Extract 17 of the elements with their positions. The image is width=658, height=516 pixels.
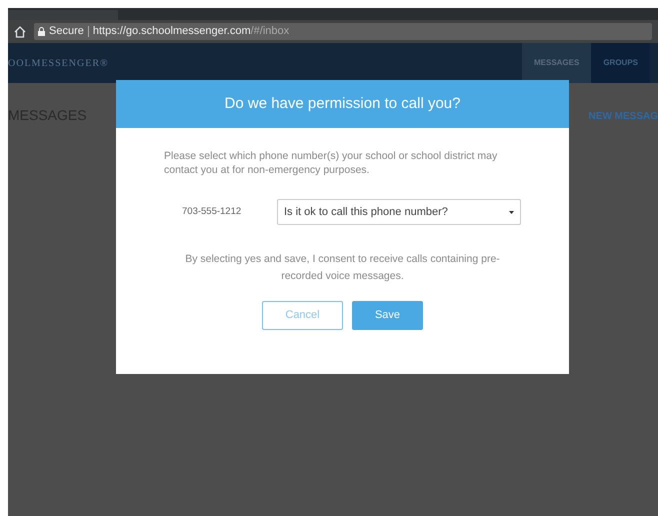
new-message-link[interactable]: NEW MESSAG bbox=[588, 109, 658, 516]
save-button[interactable]: Save bbox=[352, 301, 423, 330]
url-text: https://go.schoolmessenger.com/#/inbox bbox=[92, 24, 290, 40]
logo-text: OOLMESSENGER® bbox=[8, 56, 109, 70]
address-bar[interactable]: Secure https://go.schoolmessenger.com/#/inbox bbox=[34, 23, 652, 40]
cancel-button[interactable]: Cancel bbox=[262, 301, 343, 330]
nav-tab[interactable]: GROUPS bbox=[591, 43, 650, 83]
secure-label: Secure bbox=[49, 24, 84, 40]
home-icon[interactable] bbox=[14, 26, 26, 38]
lock-icon bbox=[38, 27, 45, 36]
consent-text: By selecting yes and save, I consent to receive calls containing pre-recorded voice messages. bbox=[184, 252, 501, 284]
intro-text: Please select which phone number(s) your school or school district may contact you at for non-emergency purposes. bbox=[164, 149, 498, 177]
caret-icon bbox=[509, 210, 514, 214]
dialog-title: Do we have permission to call you? bbox=[224, 94, 460, 114]
phone-number: 703-555-1212 bbox=[181, 204, 242, 219]
nav-tab[interactable]: MESSAGES bbox=[522, 43, 592, 83]
call-permission-select[interactable]: Is it ok to call this phone number? bbox=[277, 199, 521, 225]
